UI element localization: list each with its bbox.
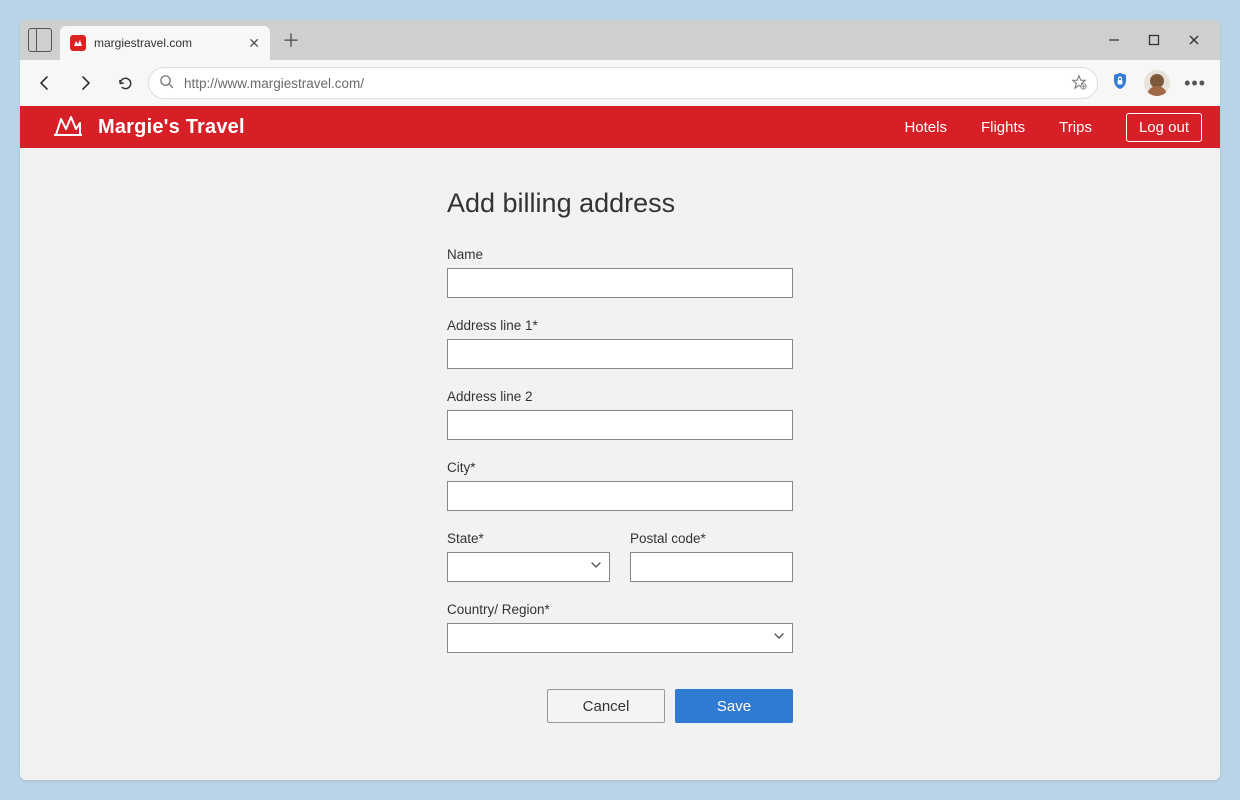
back-button[interactable] [28, 66, 62, 100]
tab-close-icon[interactable]: ✕ [248, 35, 260, 52]
nav-flights[interactable]: Flights [981, 119, 1025, 136]
page-title: Add billing address [447, 188, 793, 219]
nav-trips[interactable]: Trips [1059, 119, 1092, 136]
tab-actions-button[interactable] [20, 20, 60, 60]
cancel-button[interactable]: Cancel [547, 689, 665, 723]
form-actions: Cancel Save [447, 689, 793, 723]
address-bar[interactable]: http://www.margiestravel.com/ [148, 67, 1098, 99]
label-state: State* [447, 531, 610, 546]
name-input[interactable] [447, 268, 793, 298]
tab-strip: margiestravel.com ✕ ＋ [20, 20, 1220, 60]
site-favicon [70, 35, 86, 51]
postal-input[interactable] [630, 552, 793, 582]
window-minimize-button[interactable] [1104, 30, 1124, 50]
forward-button[interactable] [68, 66, 102, 100]
page-content: Add billing address Name Address line 1*… [20, 148, 1220, 780]
primary-nav: Hotels Flights Trips Log out [904, 113, 1202, 142]
brand[interactable]: Margie's Travel [54, 113, 245, 142]
nav-hotels[interactable]: Hotels [904, 119, 947, 136]
tab-title: margiestravel.com [94, 36, 240, 50]
logout-button[interactable]: Log out [1126, 113, 1202, 142]
city-input[interactable] [447, 481, 793, 511]
label-postal: Postal code* [630, 531, 793, 546]
billing-form: Add billing address Name Address line 1*… [447, 188, 793, 723]
more-icon[interactable]: ••• [1184, 73, 1206, 94]
logo-icon [54, 113, 82, 142]
country-select[interactable] [447, 623, 793, 653]
label-address2: Address line 2 [447, 389, 793, 404]
site-header: Margie's Travel Hotels Flights Trips Log… [20, 106, 1220, 148]
label-country: Country/ Region* [447, 602, 793, 617]
address1-input[interactable] [447, 339, 793, 369]
shield-icon[interactable] [1110, 71, 1130, 96]
url-text: http://www.margiestravel.com/ [184, 76, 1061, 91]
address2-input[interactable] [447, 410, 793, 440]
label-city: City* [447, 460, 793, 475]
search-icon [159, 74, 174, 92]
profile-avatar[interactable] [1144, 70, 1170, 96]
label-name: Name [447, 247, 793, 262]
new-tab-button[interactable]: ＋ [276, 25, 306, 55]
window-close-button[interactable] [1184, 30, 1204, 50]
window-maximize-button[interactable] [1144, 30, 1164, 50]
favorite-icon[interactable] [1071, 74, 1087, 93]
save-button[interactable]: Save [675, 689, 793, 723]
state-select[interactable] [447, 552, 610, 582]
brand-name: Margie's Travel [98, 116, 245, 139]
refresh-button[interactable] [108, 66, 142, 100]
browser-toolbar: http://www.margiestravel.com/ ••• [20, 60, 1220, 106]
pane-icon [28, 28, 52, 52]
label-address1: Address line 1* [447, 318, 793, 333]
browser-window: margiestravel.com ✕ ＋ [20, 20, 1220, 780]
browser-tab[interactable]: margiestravel.com ✕ [60, 26, 270, 60]
